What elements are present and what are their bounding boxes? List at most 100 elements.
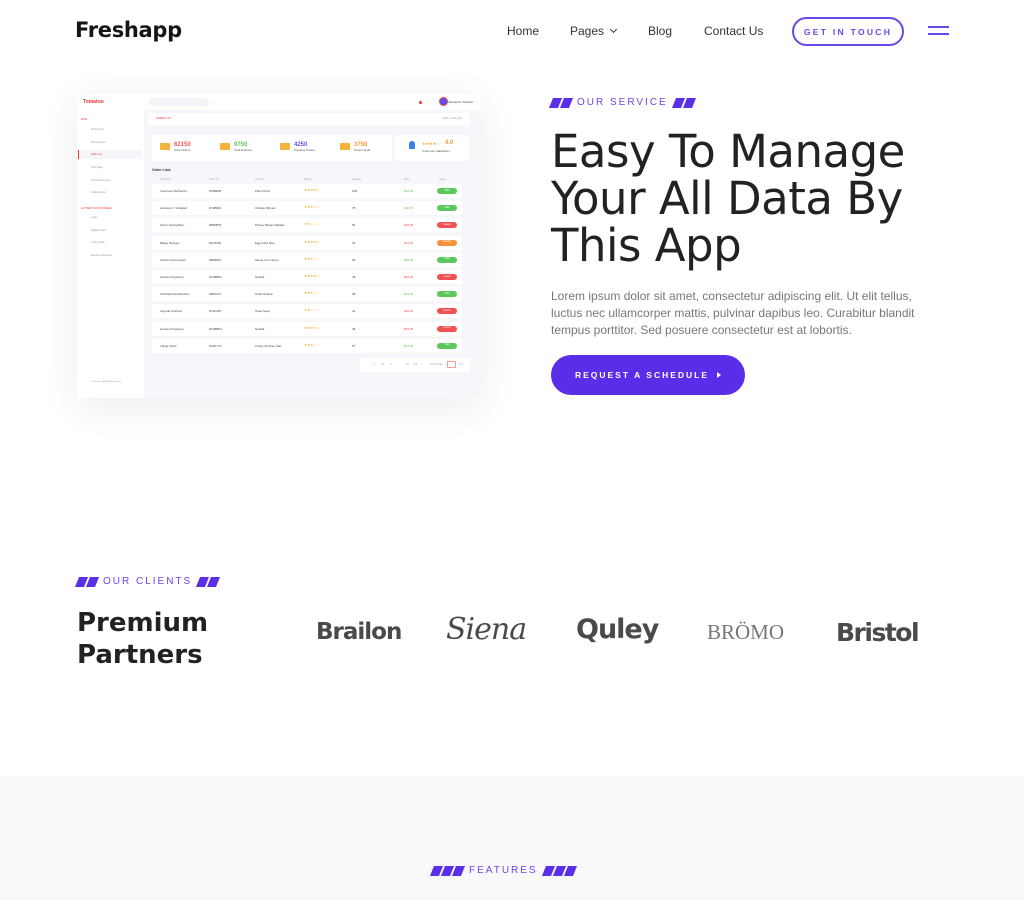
mockup-sidebar-item: Lock Screen (91, 241, 105, 244)
nav-contact[interactable]: Contact Us (704, 24, 763, 38)
slash-decoration-icon (196, 576, 221, 587)
slash-decoration-icon (429, 865, 466, 876)
mockup-cell-customer: Ursula Gurnmeister (160, 257, 187, 262)
mockup-cell-id: #G26772 (209, 343, 222, 348)
mockup-status-badge: Cancel (437, 308, 457, 315)
mockup-topbar: Samuel F. Schrder (144, 94, 480, 110)
mockup-table-row: Harrison F. Schelted #C9B661 Chicken Birya… (152, 201, 462, 216)
nav-pages[interactable]: Pages (570, 24, 618, 38)
mockup-status-badge: Paid (437, 256, 457, 263)
site-logo[interactable]: Freshapp (75, 18, 182, 42)
mockup-status-text: Pending (442, 241, 452, 244)
mockup-sidebar-item: Register Now (91, 229, 107, 232)
mockup-notification-dot (419, 101, 422, 104)
nav-blog[interactable]: Blog (648, 24, 672, 38)
truck-icon (220, 143, 230, 150)
slash-decoration-icon (548, 97, 574, 108)
mockup-column-header: Status (439, 178, 447, 181)
mockup-cell-customer: Indigo Violet (160, 343, 177, 348)
mockup-pagination: ‹ 1 2 3... 12 13 › Go to Page Go › (360, 358, 470, 372)
brand-logo-bristol: Bristol (836, 618, 920, 647)
mockup-table-row: Inverness McKenzie #79BE55 Plain Pizza ★★★★… (152, 184, 462, 198)
dashboard-mockup-image: Tomatoo MAIN Dashboard Menu Layout Order… (77, 94, 480, 398)
mockup-cell-price: $84.25 (404, 326, 414, 331)
mockup-sidebar-item: Customer Review (91, 179, 111, 182)
mockup-cell-qty: 56 (352, 223, 356, 228)
mockup-cell-customer: Sanco Springhilen (160, 223, 185, 228)
nav-home[interactable]: Home (507, 24, 539, 38)
mockup-table-row: Ursula Gurnmeister #B4B814 Sweet Corn Soup… (152, 252, 462, 267)
hamburger-icon[interactable] (928, 26, 949, 36)
hero-title-line: Easy To Manage (551, 125, 905, 178)
user-icon (409, 141, 415, 149)
mockup-sidebar-item: Login (91, 216, 98, 219)
mockup-cell-price: $84.25 (404, 275, 414, 279)
mockup-sidebar-section: AUTHENTICATION PAGES (81, 207, 112, 210)
get-in-touch-button[interactable]: GET IN TOUCH (792, 17, 904, 46)
mockup-cell-product: Chilli Chicken (255, 292, 274, 297)
mockup-cell-qty: 75 (352, 206, 356, 211)
mockup-cell-id: #G9B854 (209, 275, 222, 279)
truck-icon (340, 143, 350, 150)
mockup-status-badge: Pending (437, 239, 457, 246)
mockup-cell-product: Egg Fried Rice (255, 240, 275, 245)
mockup-cell-stars: ★★☆☆☆ (304, 222, 320, 227)
mockup-cell-id: #B4B814 (209, 257, 222, 262)
mockup-status-badge: Paid (437, 188, 457, 194)
mockup-status-badge: Paid (437, 342, 457, 349)
hero-title-line: This App (551, 219, 742, 272)
mockup-sidebar-item: Order List (91, 153, 102, 156)
chevron-down-icon (609, 25, 618, 34)
mockup-column-header: Order ID (209, 178, 219, 181)
mockup-stat-label: Total Delivers (234, 148, 253, 152)
mockup-cell-stars: ★★★☆☆ (304, 205, 320, 210)
request-schedule-label: REQUEST A SCHEDULE (574, 370, 710, 380)
mockup-status-text: Cancel (443, 223, 451, 226)
mockup-page-link: › (422, 363, 423, 366)
mockup-cell-customer: Gustav Purpleson (160, 326, 184, 331)
mockup-cell-qty: 68 (352, 292, 356, 297)
our-clients-tag: OUR CLIENTS (74, 576, 221, 587)
mockup-table-row: Archibald Northbottom #6B2472 Chilli Chick… (152, 287, 462, 302)
mockup-logo: Tomatoo (83, 99, 104, 105)
mockup-cell-qty: 48 (352, 326, 356, 331)
mockup-cell-product: Plain Pizza (255, 189, 270, 193)
mockup-username: Samuel F. Schrder (448, 100, 473, 104)
rating-label: Customer Satisfation (422, 149, 450, 153)
caret-right-icon (717, 372, 722, 378)
mockup-table-title: Order Lists (152, 168, 171, 172)
mockup-cell-price: $35.90 (404, 189, 414, 193)
mockup-status-text: Cancel (443, 275, 451, 278)
mockup-cell-id: #G9B854 (209, 326, 222, 331)
slash-decoration-icon (541, 865, 577, 876)
brand-logo-brailon: Brailon (316, 619, 402, 645)
mockup-stat-label: Orders Hold (354, 148, 371, 152)
truck-icon (280, 143, 290, 150)
slash-decoration-icon (74, 576, 100, 587)
mockup-status-text: Cancel (443, 309, 451, 312)
mockup-column-header: Price (404, 178, 410, 181)
mockup-cell-product: Clear Soup (255, 309, 271, 314)
request-schedule-button[interactable]: REQUEST A SCHEDULE (551, 355, 745, 395)
mockup-column-header: Quantity (352, 178, 362, 181)
mockup-sidebar-section: MAIN (81, 118, 88, 121)
partners-title: Premium Partners (77, 607, 208, 671)
mockup-cell-customer: Inverness McKenzie (160, 189, 188, 193)
mockup-cell-qty: 96 (352, 257, 356, 262)
mockup-cell-id: #C9B661 (209, 206, 222, 211)
mockup-sidebar-item: Recover Password (91, 254, 112, 257)
mockup-cell-stars: ★★★★☆ (304, 325, 320, 330)
mockup-page-link: 3 (390, 363, 392, 366)
mockup-sidebar: Tomatoo MAIN Dashboard Menu Layout Order… (77, 94, 144, 398)
mockup-page-link: 12 (406, 363, 409, 366)
mockup-table-row: Sanco Springhilen #5B6B75 Paneer Butter Ma… (152, 218, 462, 233)
mockup-page-link: 13 (414, 363, 417, 366)
mockup-page-link: ... (398, 363, 401, 366)
mockup-stat-card: 9750 Total Delivers (220, 142, 252, 152)
mockup-table-row: Indigo Violet #G26772 Crispy Chicken Salt ★… (152, 338, 462, 353)
mockup-cell-customer: Harrison F. Schelted (160, 206, 188, 211)
mockup-column-header: Product (255, 178, 264, 181)
mockup-cell-id: #5B6B75 (209, 223, 222, 228)
mockup-cell-stars: ★★★★☆ (304, 188, 320, 192)
hero-title: Easy To Manage Your All Data By This App (551, 128, 971, 269)
